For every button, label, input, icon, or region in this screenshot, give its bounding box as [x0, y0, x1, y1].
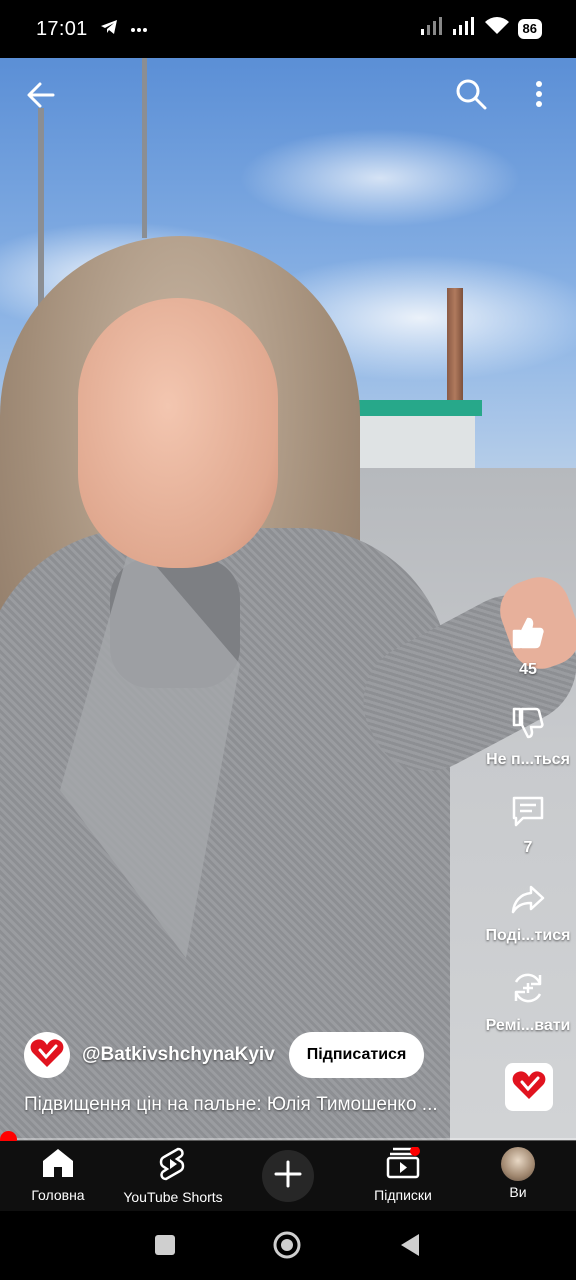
comment-icon: [511, 794, 545, 833]
subscriptions-icon: [386, 1146, 420, 1184]
plus-icon: [274, 1160, 302, 1193]
telegram-icon: [100, 19, 118, 40]
comment-count: 7: [523, 839, 533, 856]
dislike-label: Не п...ться: [486, 751, 570, 768]
heart-icon: [512, 1070, 546, 1105]
heart-icon: [30, 1038, 64, 1073]
battery-indicator: 86: [517, 18, 542, 39]
dislike-button[interactable]: Не п...ться: [478, 706, 576, 769]
nav-home-label: Головна: [31, 1187, 85, 1203]
like-count: 45: [519, 661, 537, 678]
channel-avatar[interactable]: [24, 1032, 70, 1078]
shorts-icon: [158, 1147, 188, 1186]
nav-subscriptions-label: Підписки: [374, 1187, 432, 1203]
thumbs-down-icon: [511, 706, 545, 745]
nav-you-label: Ви: [509, 1184, 527, 1200]
system-nav: [0, 1211, 576, 1280]
gas-station-roof: [346, 400, 482, 416]
remix-icon: [510, 970, 546, 1011]
person-face: [78, 298, 278, 568]
remix-label: Ремі...вати: [485, 1017, 571, 1034]
status-time: 17:01: [36, 17, 88, 40]
sound-thumbnail[interactable]: [505, 1063, 553, 1111]
nav-home[interactable]: Головна: [28, 1147, 88, 1203]
status-bar: 17:01 86: [0, 0, 576, 58]
gas-station: [355, 416, 475, 468]
channel-row: @BatkivshchynaKyiv Підписатися: [24, 1032, 425, 1078]
thumbs-up-icon: [511, 616, 545, 655]
avatar: [501, 1147, 535, 1181]
wifi-icon: [484, 16, 510, 41]
subscribe-button[interactable]: Підписатися: [288, 1032, 425, 1078]
signal-icon: [420, 16, 444, 41]
nav-shorts-label: YouTube Shorts: [123, 1189, 223, 1205]
channel-name[interactable]: @BatkivshchynaKyiv: [82, 1044, 275, 1066]
home-icon: [41, 1147, 75, 1184]
nav-subscriptions[interactable]: Підписки: [370, 1146, 436, 1203]
share-button[interactable]: Поді...тися: [478, 882, 576, 945]
remix-button[interactable]: Ремі...вати: [478, 970, 576, 1035]
nav-shorts[interactable]: YouTube Shorts: [120, 1147, 226, 1205]
vertical-dots-icon[interactable]: [534, 80, 544, 113]
search-icon[interactable]: [455, 78, 487, 115]
back-triangle-icon[interactable]: [399, 1233, 421, 1262]
signal-icon: [452, 16, 476, 41]
chimney: [447, 288, 463, 408]
more-dots-icon: [130, 20, 148, 38]
video-title[interactable]: Підвищення цін на пальне: Юлія Тимошенко…: [24, 1094, 494, 1116]
share-icon: [511, 882, 545, 921]
recents-square-icon[interactable]: [154, 1234, 176, 1261]
create-button[interactable]: [262, 1150, 314, 1202]
arrow-left-icon[interactable]: [26, 80, 56, 115]
share-label: Поді...тися: [485, 927, 571, 944]
like-button[interactable]: 45: [478, 616, 576, 679]
nav-you[interactable]: Ви: [496, 1147, 540, 1200]
bottom-nav: Головна YouTube Shorts Підписки Ви: [0, 1141, 576, 1211]
home-circle-icon[interactable]: [272, 1230, 302, 1265]
utility-pole: [142, 58, 147, 238]
comments-button[interactable]: 7: [478, 794, 576, 857]
